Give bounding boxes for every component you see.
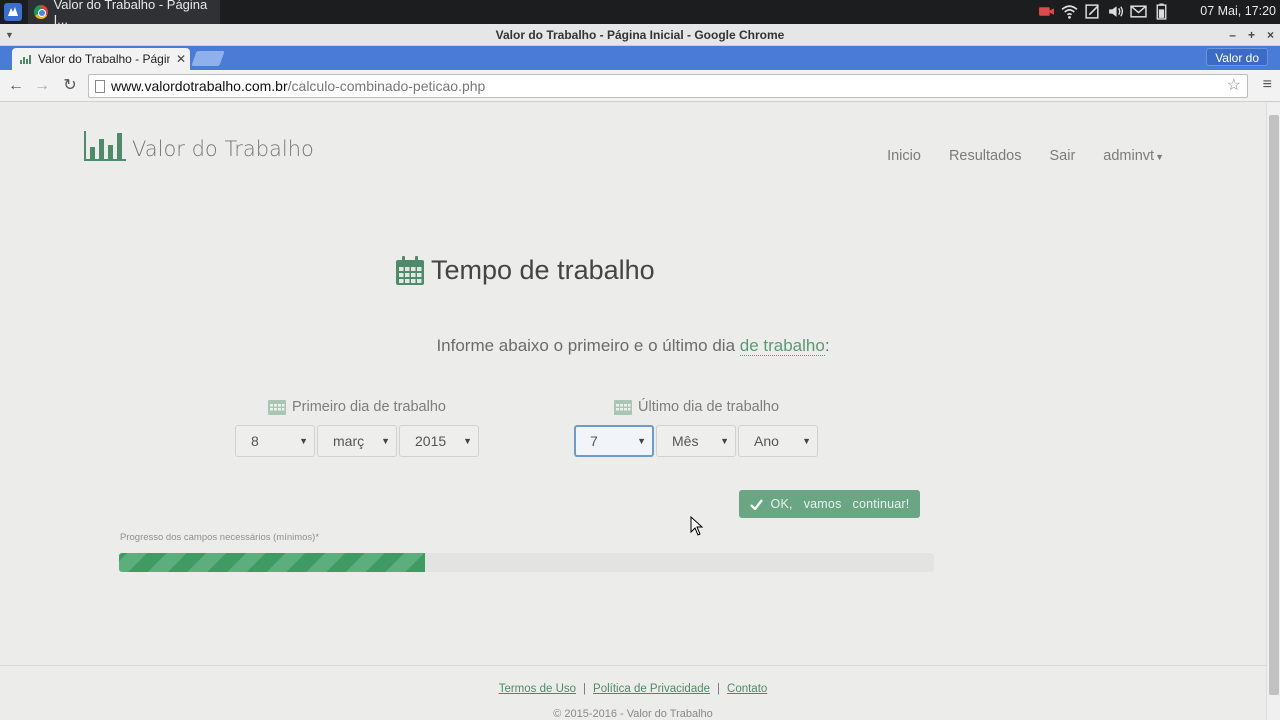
camera-icon[interactable] xyxy=(1038,3,1055,20)
nav-user-menu[interactable]: adminvt▼ xyxy=(1103,148,1164,164)
nav-user-label: adminvt xyxy=(1103,148,1155,164)
footer-links: Termos de Uso | Política de Privacidade | Co… xyxy=(0,683,1266,695)
volume-icon[interactable] xyxy=(1107,3,1124,20)
checkmark-icon xyxy=(749,498,763,510)
calendar-icon xyxy=(614,400,632,415)
mail-icon[interactable] xyxy=(1130,3,1147,20)
tab-valor-do-trabalho[interactable]: Valor do Trabalho - Págin ✕ xyxy=(12,48,190,70)
last-day-label-text: Último dia de trabalho xyxy=(638,398,780,415)
privacy-link[interactable]: Política de Privacidade xyxy=(593,683,710,695)
hamburger-menu-icon[interactable]: ≡ xyxy=(1263,76,1272,94)
system-clock[interactable]: 07 Mai, 17:20 xyxy=(1200,4,1276,18)
reload-icon[interactable]: ↻ xyxy=(60,76,80,96)
instructions-highlight: de trabalho xyxy=(739,336,825,356)
site-nav: Inicio Resultados Sair adminvt▼ xyxy=(887,148,1164,164)
battery-icon[interactable] xyxy=(1153,3,1170,20)
section-title: Tempo de trabalho xyxy=(395,255,655,286)
dropdown-arrow-icon: ▼ xyxy=(802,436,811,446)
url-host: www.valordotrabalho.com.br xyxy=(111,78,288,94)
progress-fill xyxy=(119,553,425,572)
page-icon xyxy=(95,80,105,93)
dropdown-arrow-icon: ▼ xyxy=(463,436,472,446)
nav-inicio[interactable]: Inicio xyxy=(887,148,921,164)
taskbar-window-title: Valor do Trabalho - Página I... xyxy=(53,0,208,27)
instructions-text: Informe abaixo o primeiro e o último dia xyxy=(436,336,740,355)
terms-link[interactable]: Termos de Uso xyxy=(499,683,576,695)
first-year-select[interactable]: 2015 ▼ xyxy=(399,425,479,457)
bar-chart-logo-icon xyxy=(84,131,126,161)
calendar-icon xyxy=(268,400,286,415)
os-taskbar: Valor do Trabalho - Página I... 07 Mai, … xyxy=(0,0,1280,27)
brand-name: Valor do Trabalho xyxy=(132,137,314,161)
minimize-button[interactable]: – xyxy=(1229,24,1236,46)
tab-strip: Valor do Trabalho - Págin ✕ Valor do xyxy=(0,46,1280,70)
dropdown-arrow-icon: ▼ xyxy=(381,436,390,446)
last-month-select[interactable]: Mês ▼ xyxy=(656,425,736,457)
browser-toolbar: ← → ↻ www.valordotrabalho.com.br/calculo… xyxy=(0,70,1280,102)
forward-arrow-icon[interactable]: → xyxy=(32,76,52,96)
site-brand[interactable]: Valor do Trabalho xyxy=(84,131,314,161)
web-page: Valor do Trabalho Inicio Resultados Sair… xyxy=(0,103,1266,720)
last-month-value: Mês xyxy=(672,433,699,449)
back-arrow-icon[interactable]: ← xyxy=(6,76,26,96)
close-window-button[interactable]: × xyxy=(1267,24,1274,46)
system-tray xyxy=(1038,3,1170,20)
last-day-value: 7 xyxy=(590,433,598,449)
bookmark-star-icon[interactable]: ☆ xyxy=(1227,75,1241,97)
wifi-icon[interactable] xyxy=(1061,3,1078,20)
calendar-icon xyxy=(396,255,424,285)
first-day-label: Primeiro dia de trabalho xyxy=(268,398,446,415)
progress-label: Progresso dos campos necessários (mínimo… xyxy=(120,532,320,543)
taskbar-chrome-window[interactable]: Valor do Trabalho - Página I... xyxy=(28,0,220,27)
instructions-end: : xyxy=(824,336,830,355)
last-day-label: Último dia de trabalho xyxy=(614,398,779,415)
profile-button[interactable]: Valor do xyxy=(1206,48,1268,66)
last-day-select[interactable]: 7 ▼ xyxy=(574,425,654,457)
maximize-button[interactable]: + xyxy=(1248,24,1255,46)
dropdown-arrow-icon: ▼ xyxy=(637,436,646,446)
first-day-value: 8 xyxy=(251,433,259,449)
notes-icon[interactable] xyxy=(1084,3,1101,20)
footer-separator: | xyxy=(717,683,721,695)
nav-resultados[interactable]: Resultados xyxy=(949,148,1022,164)
last-year-value: Ano xyxy=(754,433,779,449)
new-tab-button[interactable] xyxy=(191,51,225,66)
start-menu-icon[interactable] xyxy=(4,3,22,21)
dropdown-arrow-icon: ▼ xyxy=(720,436,729,446)
page-title: Tempo de trabalho xyxy=(431,255,655,285)
page-scrollbar[interactable] xyxy=(1266,103,1280,720)
last-year-select[interactable]: Ano ▼ xyxy=(738,425,818,457)
copyright: © 2015-2016 - Valor do Trabalho xyxy=(553,708,713,720)
continue-button-label: OK, vamos continuar! xyxy=(770,497,910,511)
first-month-value: març xyxy=(333,433,365,449)
bar-chart-icon xyxy=(20,54,32,64)
scrollbar-thumb[interactable] xyxy=(1269,115,1279,695)
dropdown-arrow-icon: ▼ xyxy=(299,436,308,446)
first-year-value: 2015 xyxy=(415,433,447,449)
mouse-cursor-icon xyxy=(690,516,704,536)
window-controls: – + × xyxy=(1229,24,1274,46)
instructions: Informe abaixo o primeiro e o último dia… xyxy=(0,336,1266,356)
window-menu-icon[interactable]: ▼ xyxy=(5,24,14,46)
progress-bar xyxy=(119,553,934,572)
continue-button[interactable]: OK, vamos continuar! xyxy=(739,490,920,518)
tab-title: Valor do Trabalho - Págin xyxy=(38,52,170,66)
footer-divider xyxy=(0,665,1266,666)
chrome-icon xyxy=(34,5,48,19)
address-bar[interactable]: www.valordotrabalho.com.br/calculo-combi… xyxy=(88,74,1248,98)
first-day-label-text: Primeiro dia de trabalho xyxy=(292,398,446,415)
first-month-select[interactable]: març ▼ xyxy=(317,425,397,457)
nav-sair[interactable]: Sair xyxy=(1050,148,1076,164)
window-titlebar[interactable]: ▼ Valor do Trabalho - Página Inicial - G… xyxy=(0,24,1280,46)
url-path: /calculo-combinado-peticao.php xyxy=(287,78,486,94)
close-tab-icon[interactable]: ✕ xyxy=(176,52,190,66)
footer-separator: | xyxy=(583,683,587,695)
contact-link[interactable]: Contato xyxy=(727,683,767,695)
caret-down-icon: ▼ xyxy=(1155,152,1164,162)
first-day-select[interactable]: 8 ▼ xyxy=(235,425,315,457)
window-title: Valor do Trabalho - Página Inicial - Goo… xyxy=(495,28,785,42)
